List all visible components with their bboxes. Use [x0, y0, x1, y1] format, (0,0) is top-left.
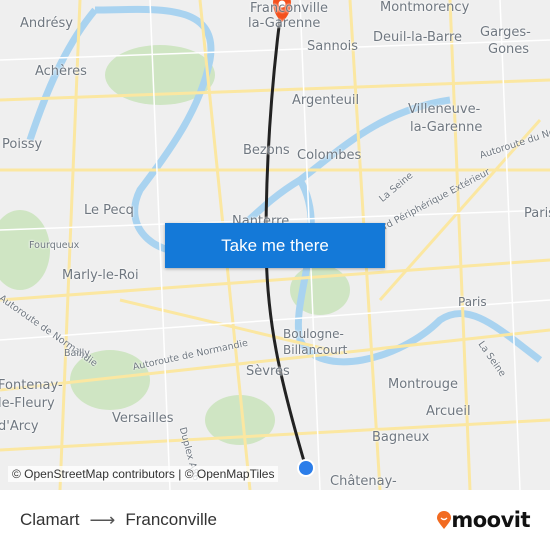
- moovit-wordmark: moovit: [451, 508, 530, 532]
- origin-name: Clamart: [20, 510, 80, 529]
- map-label: Le Pecq: [84, 203, 134, 218]
- map-label: Achères: [35, 64, 87, 79]
- map-label: Poissy: [2, 137, 43, 152]
- moovit-pin-icon: [437, 511, 452, 529]
- origin-dot-icon: [297, 459, 315, 477]
- map-label: Fontenay-: [0, 378, 63, 393]
- map[interactable]: Franconville la-Garenne Montmorency Andr…: [0, 0, 550, 490]
- map-label: Bezons: [243, 143, 290, 158]
- map-label: la-Garenne: [410, 120, 483, 135]
- take-me-there-button[interactable]: Take me there: [165, 223, 385, 268]
- map-label: Villeneuve-: [408, 102, 481, 117]
- map-label: Fourqueux: [29, 240, 80, 251]
- map-label: Colombes: [297, 148, 362, 163]
- map-label: d'Arcy: [0, 419, 39, 434]
- moovit-logo: moovit: [437, 508, 530, 532]
- map-label: Châtenay-: [330, 474, 397, 489]
- arrow-right-icon: ⟶: [89, 509, 116, 530]
- map-label: Boulogne-: [283, 327, 344, 341]
- map-label: Sèvres: [246, 364, 290, 379]
- map-label: Deuil-la-Barre: [373, 30, 463, 45]
- map-label: Arcueil: [426, 404, 471, 419]
- map-label: la-Garenne: [248, 16, 321, 31]
- map-label: Argenteuil: [292, 93, 360, 108]
- map-label: Bagneux: [372, 430, 430, 445]
- map-label: Paris: [524, 206, 550, 221]
- map-label: Bailly: [64, 348, 90, 359]
- map-label: Garges-: [480, 25, 531, 40]
- map-label: Paris: [458, 295, 487, 309]
- map-label: Gones: [488, 42, 530, 57]
- destination-name: Franconville: [125, 510, 217, 529]
- map-label: Marly-le-Roi: [62, 268, 139, 283]
- map-label: le-Fleury: [0, 396, 55, 411]
- map-label: Versailles: [112, 411, 174, 426]
- map-label: Montrouge: [388, 377, 459, 392]
- map-label: Billancourt: [283, 343, 348, 357]
- map-label: Franconville: [250, 1, 328, 16]
- map-attribution[interactable]: © OpenStreetMap contributors | © OpenMap…: [8, 466, 279, 482]
- map-label: Andrésy: [20, 16, 73, 31]
- map-label: Sannois: [307, 39, 359, 54]
- map-label: Montmorency: [380, 0, 470, 15]
